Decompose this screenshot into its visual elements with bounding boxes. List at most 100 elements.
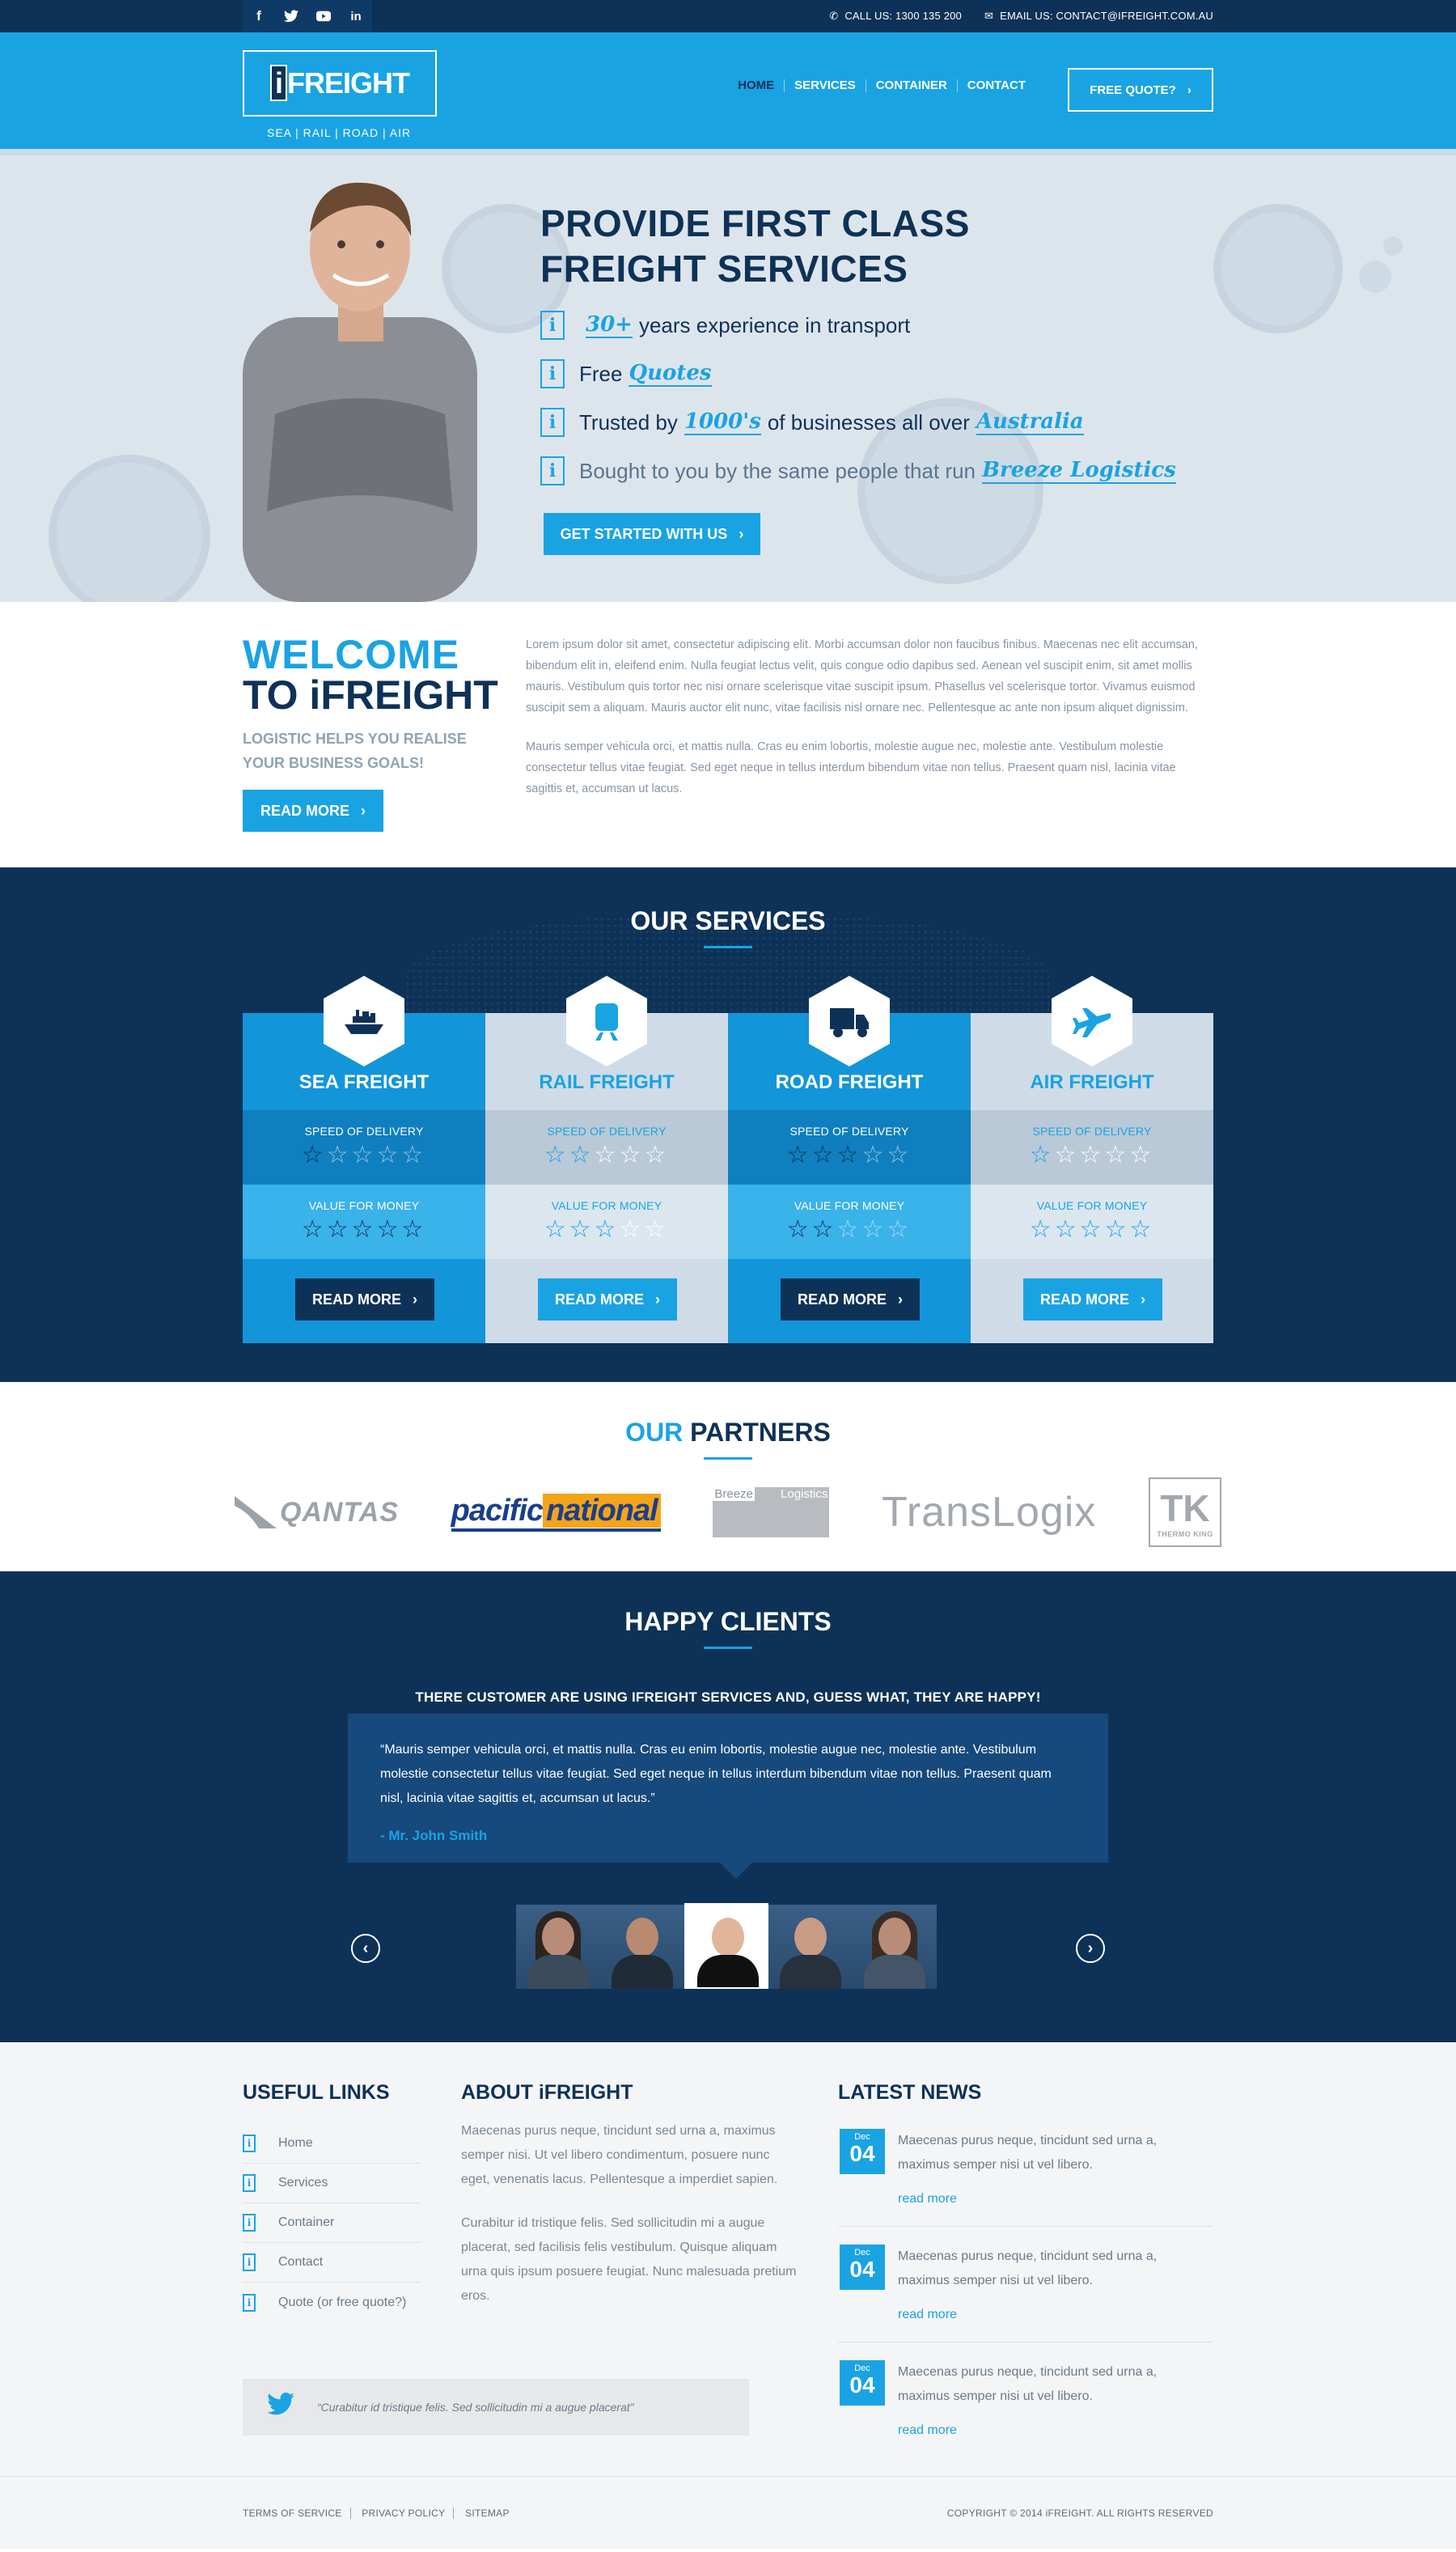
- email-text[interactable]: EMAIL US: CONTACT@IFREIGHT.COM.AU: [1000, 10, 1213, 22]
- phone-icon: ✆: [829, 10, 839, 22]
- twitter-icon[interactable]: [275, 0, 307, 32]
- star-icon: ☆: [401, 1216, 427, 1243]
- qantas-logo[interactable]: QANTAS: [235, 1496, 399, 1528]
- thermo-king-logo[interactable]: TK THERMO KING: [1148, 1477, 1221, 1547]
- hero-title: PROVIDE FIRST CLASS FREIGHT SERVICES: [540, 202, 970, 290]
- star-icon: ☆: [836, 1142, 862, 1168]
- footer-link-services[interactable]: i Services: [243, 2164, 421, 2203]
- star-rating: ☆☆☆☆☆: [728, 1142, 971, 1168]
- footer-link-quote[interactable]: i Quote (or free quote?): [243, 2283, 421, 2322]
- info-icon: i: [243, 2134, 256, 2152]
- pacific-national-logo[interactable]: pacific national: [451, 1493, 661, 1532]
- logo[interactable]: i FREIGHT: [243, 50, 437, 117]
- star-icon: ☆: [887, 1216, 912, 1243]
- news-read-more-link[interactable]: read more: [898, 2187, 1205, 2211]
- hero-feature-list: i 30+ years experience in transport i Fre…: [540, 301, 1183, 495]
- footer-link-container[interactable]: i Container: [243, 2203, 421, 2243]
- main-nav: HOME SERVICES CONTAINER CONTACT: [728, 79, 1035, 92]
- nav-services[interactable]: SERVICES: [785, 79, 866, 92]
- about-section: ABOUT iFREIGHT Maecenas purus neque, tin…: [461, 2081, 801, 2308]
- useful-links: USEFUL LINKS i Home i Services i Container …: [243, 2081, 421, 2322]
- avatar[interactable]: [768, 1905, 853, 1989]
- info-icon: i: [540, 359, 565, 388]
- star-icon: ☆: [1104, 1142, 1130, 1168]
- nav-container[interactable]: CONTAINER: [866, 79, 958, 92]
- services-grid: SEA FREIGHT SPEED OF DELIVERY ☆☆☆☆☆ VALU…: [243, 976, 1213, 1343]
- top-bar: f in ✆ CALL US: 1300 135 200 ✉ EMAIL US: C…: [0, 0, 1456, 32]
- service-card: AIR FREIGHT SPEED OF DELIVERY ☆☆☆☆☆ VALU…: [971, 976, 1213, 1343]
- logo-rest: FREIGHT: [287, 66, 410, 100]
- nav-contact[interactable]: CONTACT: [958, 79, 1035, 92]
- star-icon: ☆: [1029, 1216, 1055, 1243]
- facebook-icon[interactable]: f: [243, 0, 275, 32]
- footer-link-contact[interactable]: i Contact: [243, 2243, 421, 2283]
- terms-link[interactable]: TERMS OF SERVICE: [243, 2507, 351, 2519]
- logo-tagline: SEA | RAIL | ROAD | AIR: [267, 126, 412, 139]
- star-icon: ☆: [326, 1142, 352, 1168]
- welcome-read-more-button[interactable]: READ MORE ›: [243, 790, 383, 832]
- decor-dot: [1359, 261, 1391, 293]
- service-read-more-button[interactable]: READ MORE ›: [781, 1278, 920, 1321]
- news-item: Dec 04 Maecenas purus neque, tincidunt se…: [838, 2227, 1213, 2342]
- privacy-link[interactable]: PRIVACY POLICY: [353, 2507, 455, 2519]
- footer-link-home[interactable]: i Home: [243, 2124, 421, 2164]
- nav-home[interactable]: HOME: [728, 79, 785, 92]
- breeze-logistics-logo[interactable]: Breeze Logistics: [713, 1487, 830, 1537]
- service-card: ROAD FREIGHT SPEED OF DELIVERY ☆☆☆☆☆ VAL…: [728, 976, 971, 1343]
- service-read-more-button[interactable]: READ MORE ›: [1023, 1278, 1162, 1321]
- chevron-right-icon: ›: [739, 525, 744, 542]
- chevron-right-icon: ›: [1187, 83, 1191, 97]
- youtube-icon[interactable]: [307, 0, 340, 32]
- star-icon: ☆: [786, 1142, 812, 1168]
- carousel-prev-button[interactable]: ‹: [351, 1934, 380, 1963]
- star-icon: ☆: [811, 1142, 837, 1168]
- star-icon: ☆: [644, 1142, 670, 1168]
- avatar[interactable]: [516, 1905, 600, 1989]
- news-read-more-link[interactable]: read more: [898, 2303, 1205, 2327]
- testimonial-quote: “Mauris semper vehicula orci, et mattis …: [348, 1714, 1108, 1879]
- service-card: SEA FREIGHT SPEED OF DELIVERY ☆☆☆☆☆ VALU…: [243, 976, 485, 1343]
- linkedin-icon[interactable]: in: [340, 0, 372, 32]
- service-name: AIR FREIGHT: [1030, 1071, 1154, 1093]
- hero-feature: i Bought to you by the same people that …: [540, 447, 1183, 495]
- star-icon: ☆: [569, 1142, 595, 1168]
- free-quote-label: FREE QUOTE?: [1090, 83, 1176, 97]
- mail-icon: ✉: [984, 10, 994, 22]
- welcome-section: WELCOME TO iFREIGHT LOGISTIC HELPS YOU R…: [0, 602, 1456, 867]
- get-started-button[interactable]: GET STARTED WITH US ›: [544, 513, 760, 555]
- service-read-more-button[interactable]: READ MORE ›: [538, 1278, 677, 1321]
- chevron-right-icon: ›: [413, 1291, 417, 1308]
- translogix-logo[interactable]: TransLogix: [882, 1488, 1096, 1537]
- news-item: Dec 04 Maecenas purus neque, tincidunt se…: [838, 2111, 1213, 2227]
- bottom-bar: TERMS OF SERVICE PRIVACY POLICY SITEMAP …: [0, 2476, 1456, 2549]
- star-rating: ☆☆☆☆☆: [485, 1142, 728, 1168]
- twitter-bird-icon: [267, 2392, 294, 2422]
- chevron-right-icon: ›: [1087, 1939, 1094, 1957]
- star-icon: ☆: [644, 1216, 670, 1243]
- services-title: OUR SERVICES: [630, 906, 826, 935]
- free-quote-button[interactable]: FREE QUOTE? ›: [1068, 68, 1213, 112]
- star-icon: ☆: [861, 1216, 887, 1243]
- sitemap-link[interactable]: SITEMAP: [457, 2507, 518, 2519]
- clients-section: HAPPY CLIENTS THERE CUSTOMER ARE USING I…: [0, 1571, 1456, 2042]
- avatar[interactable]: [600, 1905, 684, 1989]
- info-icon: i: [540, 408, 565, 437]
- star-icon: ☆: [594, 1216, 620, 1243]
- info-icon: i: [540, 456, 565, 485]
- avatar-active[interactable]: [684, 1903, 768, 1989]
- about-title: ABOUT iFREIGHT: [461, 2081, 633, 2104]
- star-icon: ☆: [861, 1142, 887, 1168]
- star-rating: ☆☆☆☆☆: [243, 1217, 485, 1243]
- info-icon: i: [540, 311, 565, 340]
- speed-rating: SPEED OF DELIVERY ☆☆☆☆☆: [728, 1110, 971, 1185]
- star-icon: ☆: [619, 1142, 645, 1168]
- star-icon: ☆: [544, 1142, 569, 1168]
- star-icon: ☆: [351, 1142, 377, 1168]
- decor-dot: [1383, 236, 1403, 256]
- quote-author: - Mr. John Smith: [380, 1828, 488, 1843]
- service-read-more-button[interactable]: READ MORE ›: [295, 1278, 434, 1321]
- news-read-more-link[interactable]: read more: [898, 2418, 1205, 2443]
- avatar[interactable]: [853, 1905, 937, 1989]
- carousel-next-button[interactable]: ›: [1076, 1934, 1105, 1963]
- service-name: ROAD FREIGHT: [775, 1071, 924, 1093]
